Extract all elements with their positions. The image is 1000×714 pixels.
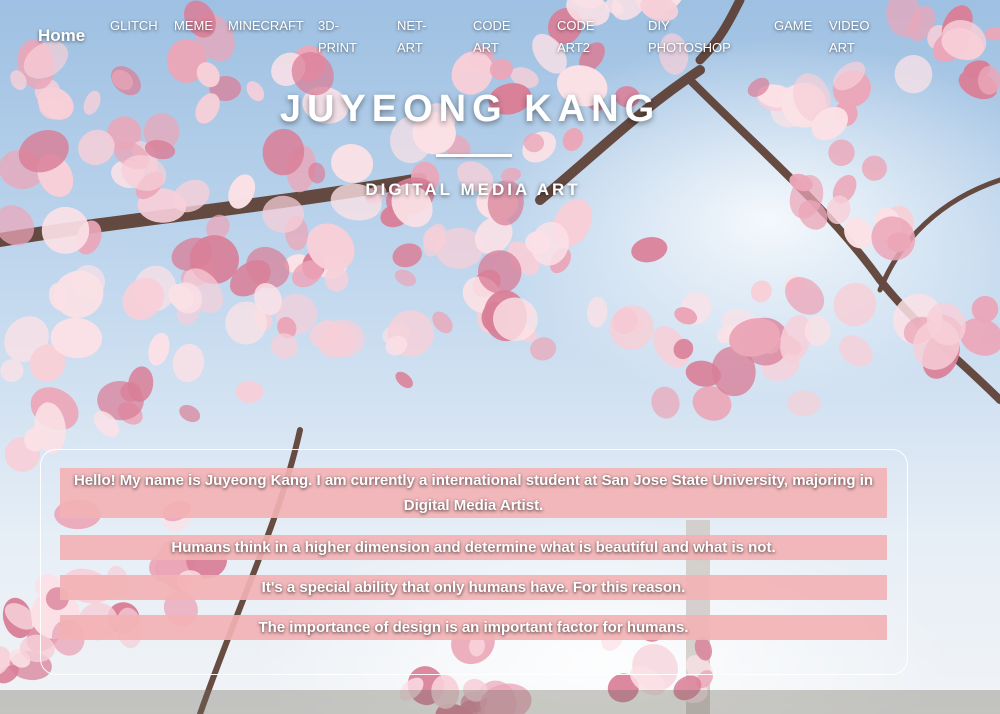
hero-subtitle: DIGITAL MEDIA ART — [365, 180, 581, 199]
blossom-petal — [750, 280, 772, 303]
blossom-petal — [179, 404, 201, 423]
hero-title: JUYEONG KANG — [279, 88, 661, 130]
intro-line-ability: It's a special ability that only humans … — [60, 575, 887, 600]
blossom-petal — [839, 335, 873, 367]
blossom-petal — [586, 296, 608, 328]
blossom-petal — [651, 386, 680, 419]
nav-item-minecraft[interactable]: MINECRAFT — [228, 15, 304, 37]
blossom-petal — [387, 310, 434, 357]
nav-item-game[interactable]: GAME — [774, 15, 812, 37]
nav-item-code-art2[interactable]: CODE ART2 — [557, 15, 595, 59]
nav-item-diy-photoshop[interactable]: DIY PHOTOSHOP — [648, 15, 731, 59]
nav-item-video-art[interactable]: VIDEO ART — [829, 15, 869, 59]
top-navigation: Home GLITCH MEME MINECRAFT 3D- PRINT NET… — [0, 0, 1000, 70]
intro-line-greeting: Hello! My name is Juyeong Kang. I am cur… — [60, 468, 887, 518]
nav-item-3d-print[interactable]: 3D- PRINT — [318, 15, 357, 59]
blossom-petal — [235, 380, 264, 403]
blossom-petal — [394, 269, 417, 287]
blossom-petal — [148, 332, 170, 366]
nav-item-net-art[interactable]: NET- ART — [397, 15, 427, 59]
blossom-petal — [392, 243, 422, 268]
blossom-petal — [172, 343, 205, 383]
blossom-petal — [786, 390, 821, 417]
intro-line-importance: The importance of design is an important… — [60, 615, 887, 640]
hero-divider — [436, 154, 512, 157]
intro-line-dimension: Humans think in a higher dimension and d… — [60, 535, 887, 560]
nav-item-glitch[interactable]: GLITCH — [110, 15, 158, 37]
blossom-petal — [833, 282, 877, 327]
blossom-petal — [609, 305, 654, 351]
blossom-petal — [395, 371, 413, 389]
blossom-petal — [871, 216, 916, 261]
blossom-petal — [828, 139, 855, 166]
blossom-petal — [861, 155, 887, 181]
nav-item-code-art[interactable]: CODE ART — [473, 15, 511, 59]
blossom-petal — [785, 277, 825, 315]
nav-item-meme[interactable]: MEME — [174, 15, 213, 37]
nav-home-link[interactable]: Home — [38, 26, 85, 46]
blossom-petal — [631, 237, 668, 263]
